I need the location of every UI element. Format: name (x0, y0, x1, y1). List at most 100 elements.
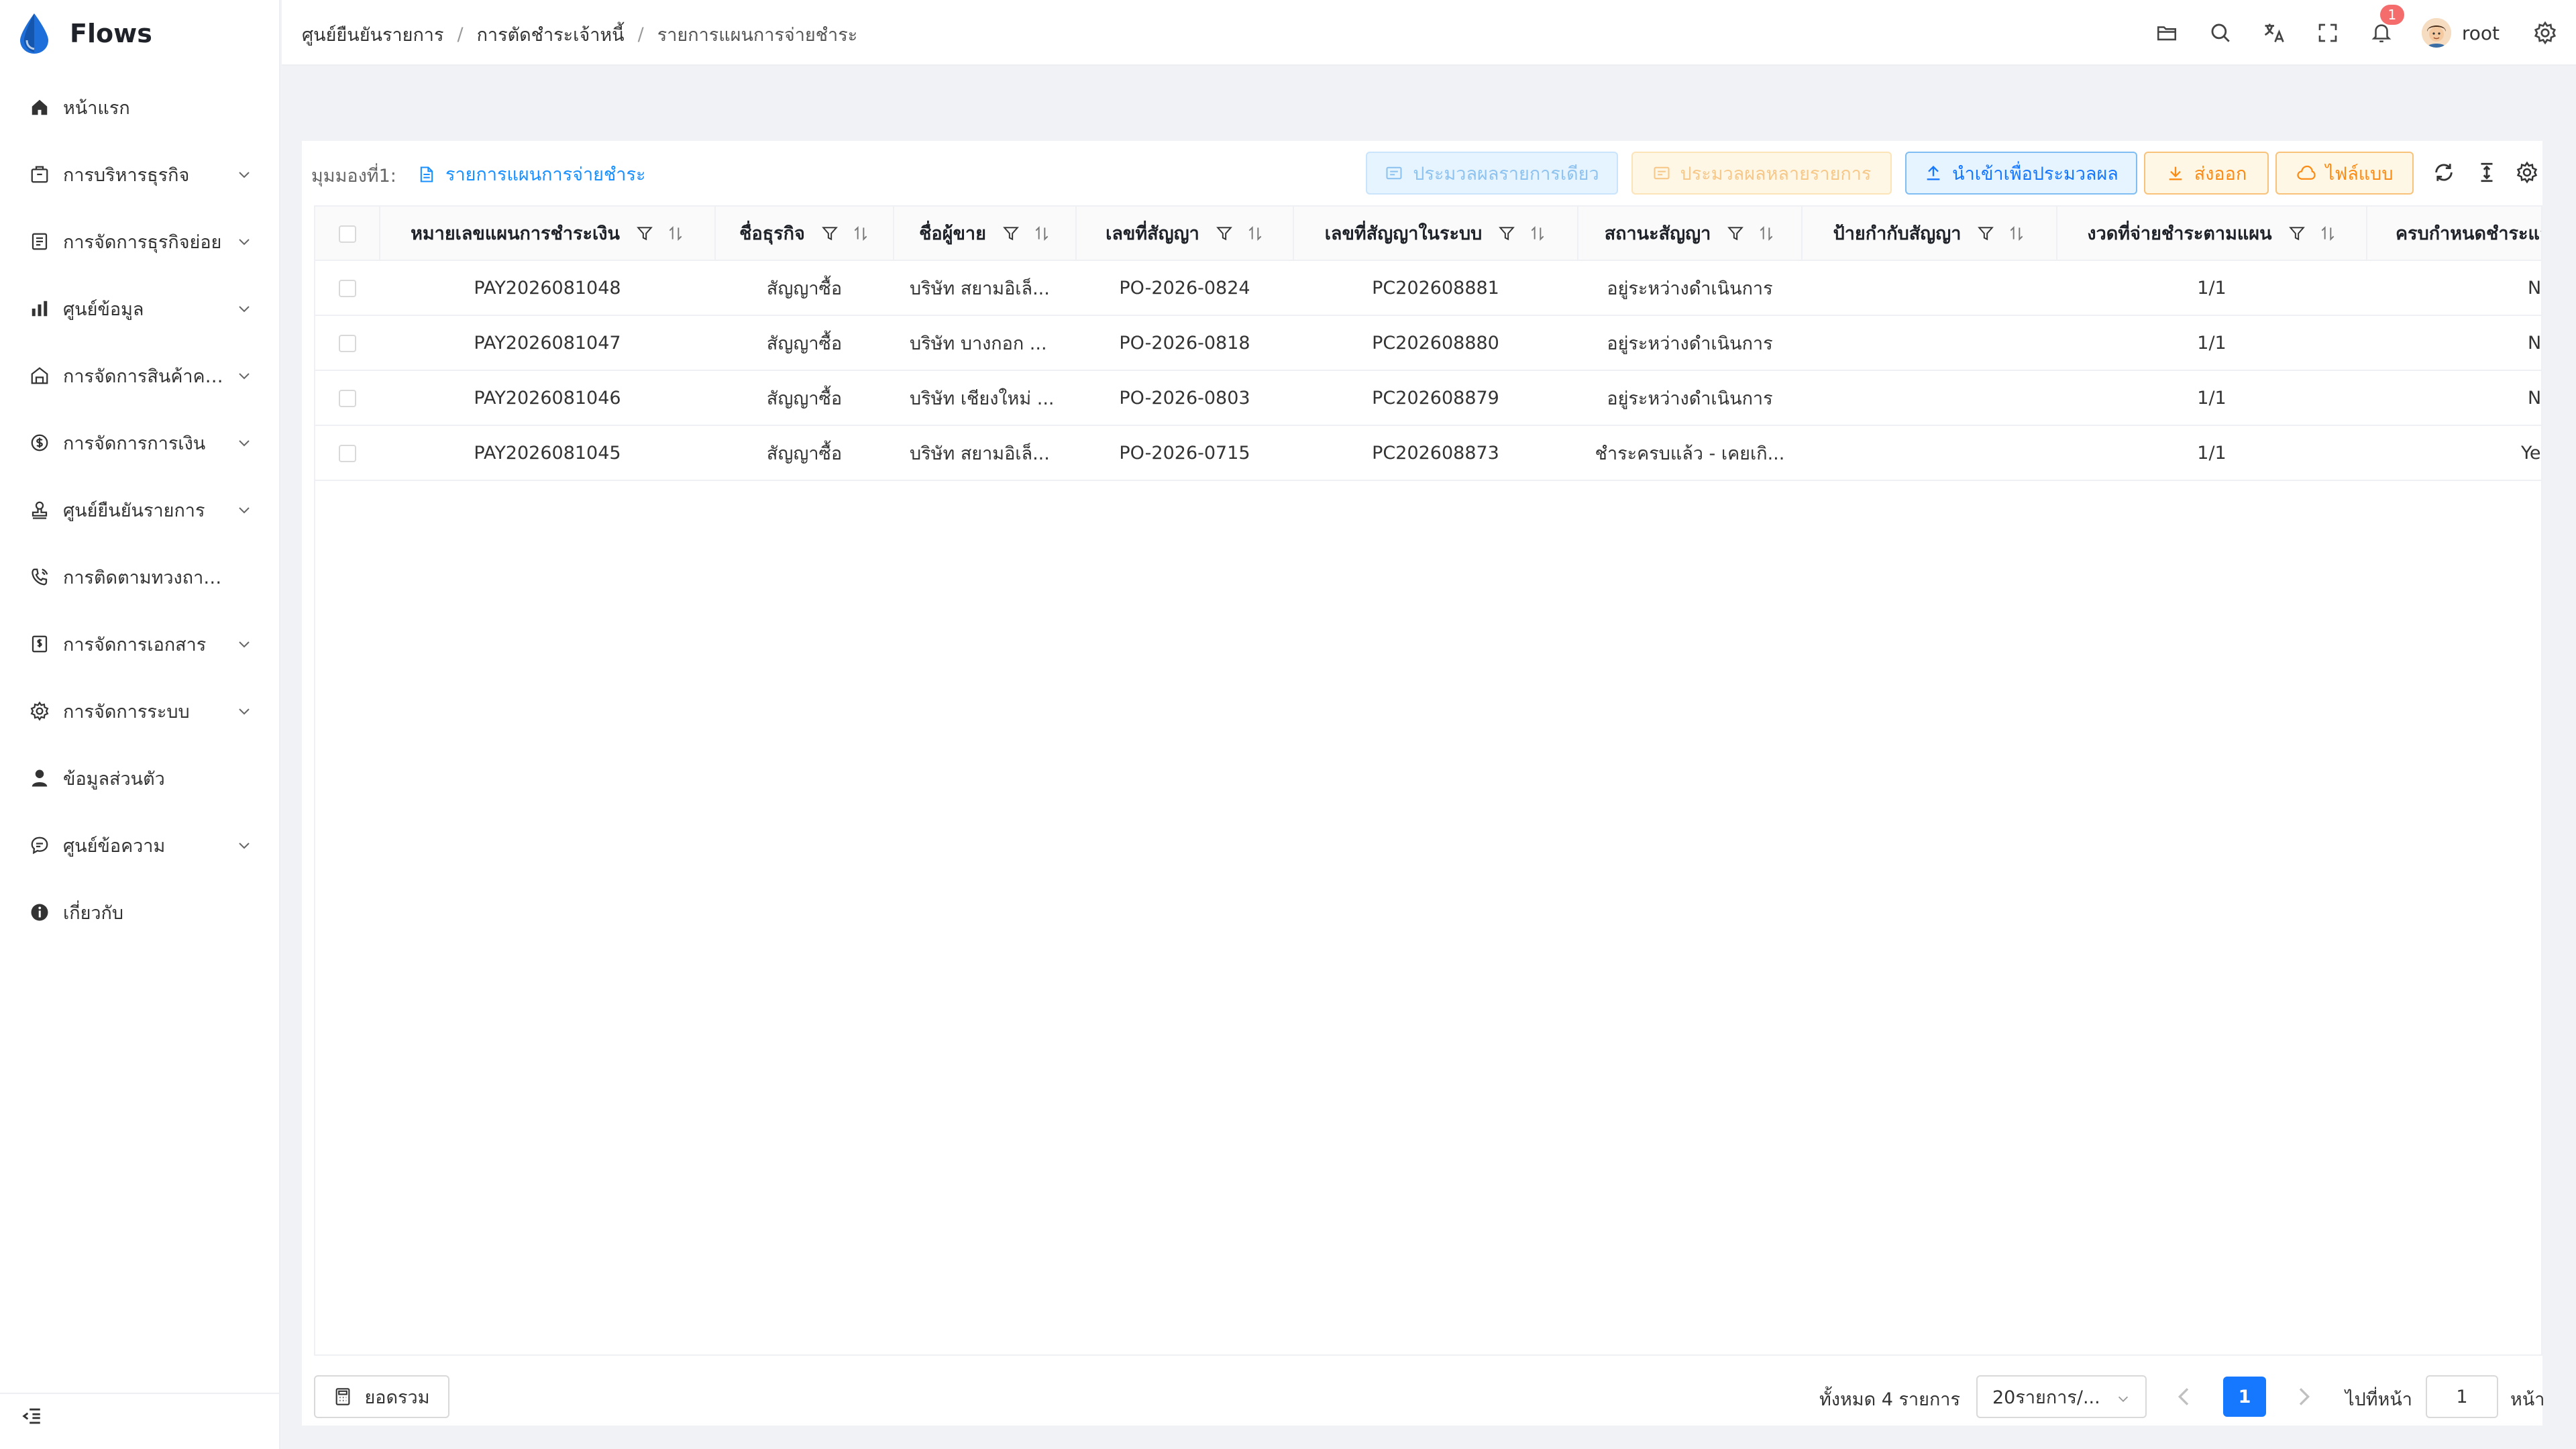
language-button[interactable] (2261, 19, 2288, 46)
row-checkbox[interactable] (339, 280, 356, 297)
process-multiple-label: ประมวลผลหลายรายการ (1680, 163, 1872, 184)
process-single-button[interactable]: ประมวลผลรายการเดียว (1366, 152, 1618, 195)
filter-icon[interactable] (1977, 225, 1994, 242)
sort-icon[interactable] (1033, 225, 1051, 242)
sidebar-item-about[interactable]: เกี่ยวกับ (0, 879, 280, 946)
breadcrumb-current: รายการแผนการจ่ายชำระ (657, 25, 858, 46)
template-file-button[interactable]: ไฟล์แบบ (2275, 152, 2414, 195)
settings-icon[interactable] (2533, 21, 2557, 45)
sort-icon[interactable] (667, 225, 684, 242)
sidebar-item-debt-collection[interactable]: การติดตามทวงถามหนี้ (0, 543, 280, 610)
table-cell: อยู่ระหว่างดำเนินการ (1578, 260, 1802, 316)
sort-icon[interactable] (1529, 225, 1546, 242)
sidebar-item-finance[interactable]: การจัดการการเงิน (0, 409, 280, 476)
summary-button[interactable]: ยอดรวม (314, 1375, 449, 1418)
table-settings-icon[interactable] (2516, 161, 2538, 184)
user-menu[interactable]: root (2421, 18, 2500, 48)
sidebar-item-profile[interactable]: ข้อมูลส่วนตัว (0, 745, 280, 812)
row-select-cell (315, 425, 380, 481)
view-tab-payment-plans[interactable]: รายการแผนการจ่ายชำระ (417, 160, 645, 189)
column-header[interactable]: หมายเลขแผนการชำระเงิน (380, 207, 716, 261)
sort-icon[interactable] (2319, 225, 2337, 242)
search-button[interactable] (2207, 19, 2234, 46)
table-cell: PC202608880 (1293, 315, 1578, 371)
collapse-menu-icon[interactable] (20, 1405, 43, 1428)
fullscreen-icon (2318, 23, 2337, 42)
page-number-current[interactable]: 1 (2223, 1377, 2266, 1417)
sidebar-item-home[interactable]: หน้าแรก (0, 74, 280, 141)
table-row[interactable]: PAY2026081048 สัญญาซื้อ บริษัท สยามอิเล็… (315, 260, 2541, 316)
sidebar-item-inventory[interactable]: การจัดการสินค้าคง... (0, 342, 280, 409)
row-checkbox[interactable] (339, 445, 356, 462)
column-header[interactable]: เลขที่สัญญาในระบบ (1293, 207, 1578, 261)
table-cell: PO-2026-0824 (1076, 260, 1293, 316)
table-row[interactable]: PAY2026081047 สัญญาซื้อ บริษัท บางกอก ..… (315, 315, 2541, 371)
sidebar-item-label: การจัดการสินค้าคง... (63, 366, 231, 387)
process-multiple-button[interactable]: ประมวลผลหลายรายการ (1631, 152, 1892, 195)
prev-page-icon[interactable] (2171, 1383, 2198, 1410)
select-all-checkbox[interactable] (338, 225, 356, 243)
page-size-select[interactable]: 20รายการ/... (1976, 1375, 2147, 1418)
refresh-icon[interactable] (2432, 161, 2455, 184)
next-page-icon[interactable] (2290, 1383, 2317, 1410)
sidebar-item-label: การจัดการเอกสาร (63, 634, 207, 655)
filter-icon[interactable] (636, 225, 653, 242)
table-row[interactable]: PAY2026081045 สัญญาซื้อ บริษัท สยามอิเล็… (315, 425, 2541, 481)
filter-icon[interactable] (1002, 225, 1020, 242)
chevron-down-icon (239, 373, 250, 380)
sidebar-item-message-center[interactable]: ศูนย์ข้อความ (0, 812, 280, 879)
breadcrumb-item[interactable]: ศูนย์ยืนยันรายการ (302, 20, 443, 49)
column-header[interactable]: ชื่อธุรกิจ (715, 207, 894, 261)
brand[interactable]: Flows (16, 12, 152, 55)
column-height-icon[interactable] (2475, 161, 2498, 184)
table-cell: 1/1 (2057, 370, 2367, 426)
breadcrumb: ศูนย์ยืนยันรายการ / การตัดชำระเจ้าหนี้ /… (302, 20, 857, 49)
filter-icon[interactable] (1498, 225, 1515, 242)
sort-icon[interactable] (1758, 225, 1775, 242)
sidebar-item-data-center[interactable]: ศูนย์ข้อมูล (0, 275, 280, 342)
table-cell (1802, 315, 2057, 371)
sidebar-item-label: การบริหารธุรกิจ (63, 164, 190, 186)
sidebar-item-business-management[interactable]: การบริหารธุรกิจ (0, 141, 280, 208)
filter-icon[interactable] (1727, 225, 1744, 242)
filter-icon[interactable] (821, 225, 839, 242)
search-icon (2211, 23, 2230, 42)
column-header[interactable]: เลขที่สัญญา (1076, 207, 1294, 261)
home-icon (28, 96, 51, 119)
sort-icon[interactable] (852, 225, 869, 242)
row-checkbox[interactable] (339, 390, 356, 407)
sort-icon[interactable] (1246, 225, 1264, 242)
user-name: root (2461, 21, 2500, 44)
fullscreen-button[interactable] (2314, 19, 2341, 46)
column-header[interactable]: งวดที่จ่ายชำระตามแผน (2057, 207, 2367, 261)
goto-page-input[interactable] (2426, 1375, 2498, 1418)
sidebar-item-sub-business[interactable]: การจัดการธุรกิจย่อย (0, 208, 280, 275)
total-count: ทั้งหมด 4 รายการ (1819, 1389, 1960, 1410)
sort-icon[interactable] (2008, 225, 2025, 242)
sidebar-item-label: หน้าแรก (63, 97, 130, 119)
column-header[interactable]: ชื่อผู้ขาย (894, 207, 1077, 261)
notifications-button[interactable]: 1 (2368, 5, 2404, 46)
table-cell: PC202608879 (1293, 370, 1578, 426)
breadcrumb-separator: / (457, 24, 464, 45)
chevron-down-icon (239, 440, 250, 447)
filter-icon[interactable] (1216, 225, 1233, 242)
filter-icon[interactable] (2288, 225, 2306, 242)
import-process-button[interactable]: นำเข้าเพื่อประมวลผล (1905, 152, 2137, 195)
row-select-cell (315, 315, 380, 371)
sidebar-item-confirmation-center[interactable]: ศูนย์ยืนยันรายการ (0, 476, 280, 543)
column-header[interactable]: สถานะสัญญา (1578, 207, 1803, 261)
table-row[interactable]: PAY2026081046 สัญญาซื้อ บริษัท เชียงใหม่… (315, 370, 2541, 426)
sidebar-item-system-settings[interactable]: การจัดการระบบ (0, 678, 280, 745)
export-button[interactable]: ส่งออก (2144, 152, 2269, 195)
row-checkbox[interactable] (339, 335, 356, 352)
column-header[interactable]: ป้ายกำกับสัญญา (1802, 207, 2057, 261)
folder-button[interactable] (2153, 19, 2180, 46)
table-cell: 1/1 (2057, 315, 2367, 371)
column-header[interactable]: ครบกำหนดชำระแล้ว (2367, 207, 2541, 261)
breadcrumb-item[interactable]: การตัดชำระเจ้าหนี้ (477, 20, 625, 49)
sidebar-item-documents[interactable]: การจัดการเอกสาร (0, 610, 280, 678)
avatar (2421, 18, 2451, 48)
table-cell (1802, 370, 2057, 426)
chevron-down-icon (239, 843, 250, 849)
